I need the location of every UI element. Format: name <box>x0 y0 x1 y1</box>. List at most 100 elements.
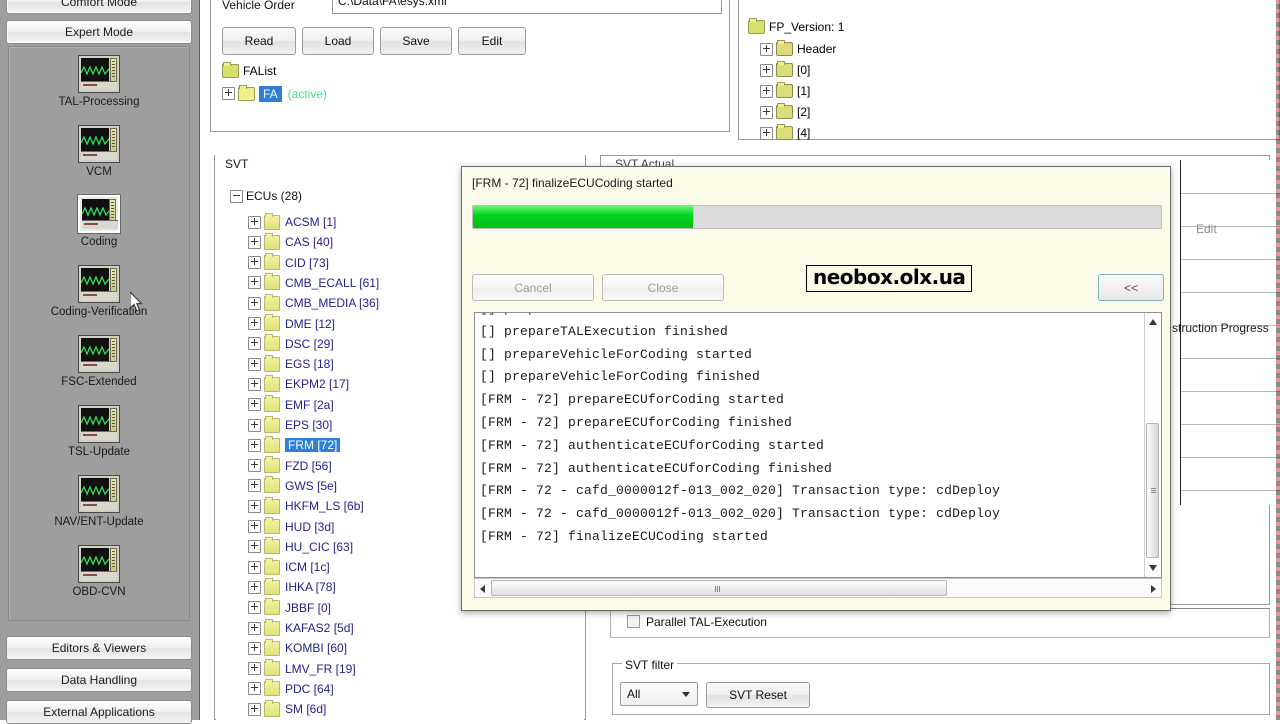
ecu-tree-item[interactable]: HUD [3d] <box>248 517 334 537</box>
vehicle-profile-node[interactable]: [1] <box>760 82 810 98</box>
collapse-minus-icon[interactable] <box>230 189 243 203</box>
editors-and-viewers-button[interactable]: Editors & Viewers <box>6 636 192 660</box>
expand-plus-icon[interactable] <box>248 662 261 676</box>
falist-tree-root[interactable]: FAList <box>222 61 276 79</box>
scroll-down-icon[interactable] <box>1149 565 1157 571</box>
sidebar-item-coding-verification[interactable]: Coding-Verification <box>9 265 189 318</box>
log-vertical-scroll-thumb[interactable] <box>1146 423 1159 558</box>
sidebar-item-nav-ent-update[interactable]: NAV/ENT-Update <box>9 475 189 528</box>
expand-plus-icon[interactable] <box>248 621 261 635</box>
comfort-mode-button[interactable]: Comfort Mode <box>6 0 192 14</box>
expand-plus-icon[interactable] <box>248 398 261 412</box>
expand-plus-icon[interactable] <box>248 256 261 270</box>
svt-actual-edit-button[interactable]: Edit <box>1196 222 1217 236</box>
sidebar-item-tal-processing[interactable]: TAL-Processing <box>9 55 189 108</box>
ecu-tree-item[interactable]: EMF [2a] <box>248 395 334 415</box>
save-button[interactable]: Save <box>380 27 452 55</box>
sidebar-item-tsl-update[interactable]: TSL-Update <box>9 405 189 458</box>
table-row[interactable] <box>1181 259 1280 293</box>
vehicle-profile-root[interactable]: FP_Version: 1 <box>748 18 844 34</box>
expand-plus-icon[interactable] <box>760 42 773 56</box>
expand-plus-icon[interactable] <box>248 702 261 716</box>
expand-plus-icon[interactable] <box>248 560 261 574</box>
expert-mode-button[interactable]: Expert Mode <box>6 20 192 44</box>
ecu-tree-item[interactable]: SM [6d] <box>248 699 326 719</box>
table-row[interactable] <box>1181 391 1280 425</box>
table-row[interactable] <box>1181 358 1280 392</box>
sidebar-item-fsc-extended[interactable]: FSC-Extended <box>9 335 189 388</box>
ecu-tree-item[interactable]: IHKA [78] <box>248 577 336 597</box>
dialog-close-button[interactable]: Close <box>602 274 724 301</box>
vehicle-profile-node[interactable]: [0] <box>760 61 810 77</box>
expand-plus-icon[interactable] <box>760 105 773 119</box>
svt-tree-root[interactable]: ECUs (28) <box>230 186 302 206</box>
sidebar-item-obd-cvn[interactable]: OBD-CVN <box>9 545 189 598</box>
expand-plus-icon[interactable] <box>248 317 261 330</box>
log-horizontal-scroll-thumb[interactable] <box>491 580 947 596</box>
log-vertical-scrollbar[interactable] <box>1144 313 1161 577</box>
expand-plus-icon[interactable] <box>248 377 261 391</box>
expand-plus-icon[interactable] <box>248 418 261 432</box>
load-button[interactable]: Load <box>302 27 374 55</box>
expand-plus-icon[interactable] <box>248 580 261 594</box>
ecu-tree-item[interactable]: LMV_FR [19] <box>248 659 356 679</box>
log-horizontal-scrollbar[interactable] <box>474 578 1162 598</box>
expand-plus-icon[interactable] <box>248 235 261 249</box>
parallel-tal-execution-checkbox[interactable] <box>627 615 640 628</box>
vehicle-profile-node[interactable]: Header <box>760 40 836 56</box>
ecu-tree-item[interactable]: HKFM_LS [6b] <box>248 496 364 516</box>
sidebar-item-vcm[interactable]: VCM <box>9 125 189 178</box>
expand-plus-icon[interactable] <box>248 682 261 696</box>
ecu-tree-item[interactable]: JBBF [0] <box>248 598 331 618</box>
expand-plus-icon[interactable] <box>248 520 261 533</box>
ecu-tree-item[interactable]: PDC [64] <box>248 679 334 699</box>
ecu-tree-item[interactable]: EKPM2 [17] <box>248 374 349 394</box>
ecu-tree-item[interactable]: ACSM [1] <box>248 212 336 232</box>
expand-plus-icon[interactable] <box>248 296 261 310</box>
fa-tree-node[interactable]: FA (active) <box>222 84 327 102</box>
table-row[interactable] <box>1181 457 1280 491</box>
dialog-log-output[interactable]: [] prepareTALExecution started [] prepare… <box>474 312 1162 578</box>
ecu-tree-item[interactable]: ICM [1c] <box>248 557 330 577</box>
ecu-tree-item[interactable]: CMB_MEDIA [36] <box>248 293 379 313</box>
svt-filter-select[interactable]: All <box>620 682 698 706</box>
ecu-tree-item[interactable]: DSC [29] <box>248 334 334 354</box>
expand-plus-icon[interactable] <box>222 87 235 100</box>
ecu-tree-item[interactable]: KAFAS2 [5d] <box>248 618 354 638</box>
expand-plus-icon[interactable] <box>248 459 261 473</box>
ecu-tree-item[interactable]: FZD [56] <box>248 456 332 476</box>
ecu-tree-item[interactable]: HU_CIC [63] <box>248 537 353 557</box>
expand-plus-icon[interactable] <box>248 215 261 229</box>
expand-plus-icon[interactable] <box>760 126 773 140</box>
expand-plus-icon[interactable] <box>248 479 261 493</box>
ecu-tree-item[interactable]: EPS [30] <box>248 415 332 435</box>
sidebar-item-coding[interactable]: Coding <box>9 195 189 248</box>
expand-plus-icon[interactable] <box>760 84 773 98</box>
ecu-tree-item[interactable]: CAS [40] <box>248 232 333 252</box>
ecu-tree-item[interactable]: CID [73] <box>248 253 329 273</box>
edit-button[interactable]: Edit <box>458 27 526 55</box>
dialog-cancel-button[interactable]: Cancel <box>472 274 594 301</box>
expand-plus-icon[interactable] <box>248 540 261 554</box>
expand-plus-icon[interactable] <box>248 276 261 290</box>
ecu-tree-item[interactable]: FRM [72] <box>248 435 341 455</box>
svt-reset-button[interactable]: SVT Reset <box>706 682 810 708</box>
table-row[interactable] <box>1181 490 1280 505</box>
dialog-collapse-button[interactable]: << <box>1098 274 1164 301</box>
ecu-tree-item[interactable]: DME [12] <box>248 314 335 334</box>
vehicle-order-path-input[interactable]: C:\Data\FA\esys.xml <box>332 0 722 14</box>
expand-plus-icon[interactable] <box>248 601 261 615</box>
expand-plus-icon[interactable] <box>248 337 261 351</box>
scroll-left-icon[interactable] <box>480 585 485 593</box>
table-row[interactable] <box>1181 424 1280 458</box>
expand-plus-icon[interactable] <box>760 63 773 77</box>
table-row[interactable] <box>1181 160 1280 194</box>
scroll-up-icon[interactable] <box>1149 319 1157 325</box>
vehicle-profile-node[interactable]: [4] <box>760 124 810 140</box>
ecu-tree-item[interactable]: CMB_ECALL [61] <box>248 273 379 293</box>
ecu-tree-item[interactable]: EGS [18] <box>248 354 334 374</box>
expand-plus-icon[interactable] <box>248 438 261 452</box>
expand-plus-icon[interactable] <box>248 499 261 513</box>
scroll-right-icon[interactable] <box>1151 585 1156 593</box>
ecu-tree-item[interactable]: GWS [5e] <box>248 476 337 496</box>
